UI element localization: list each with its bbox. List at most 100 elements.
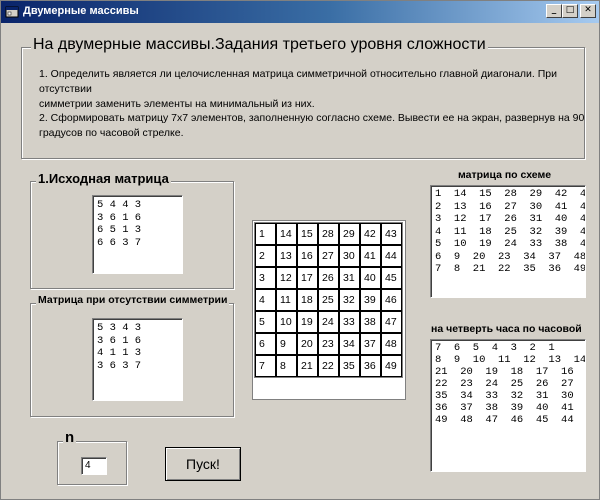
minimize-button[interactable]: _ (546, 4, 562, 18)
grid-row: 2 13 16 27 30 41 44 (255, 245, 402, 267)
grid-cell[interactable]: 40 (360, 267, 381, 289)
grid-cell[interactable]: 37 (360, 333, 381, 355)
app-window: Двумерные массивы _ □ ✕ На двумерные мас… (0, 0, 600, 500)
list-item[interactable]: 1 14 15 28 29 42 43 (435, 188, 585, 201)
list-item[interactable]: 8 9 10 11 12 13 14 (435, 354, 585, 366)
grid-cell[interactable]: 31 (339, 267, 360, 289)
grid-row: 6 9 20 23 34 37 48 (255, 333, 402, 355)
grid-cell[interactable]: 13 (276, 245, 297, 267)
grid-row: 1 14 15 28 29 42 43 (255, 223, 402, 245)
grid-cell[interactable]: 25 (318, 289, 339, 311)
list-item[interactable]: 49 48 47 46 45 44 43 (435, 414, 581, 426)
grid-cell[interactable]: 47 (381, 311, 402, 333)
grid-cell[interactable]: 32 (339, 289, 360, 311)
grid-cell[interactable]: 26 (318, 267, 339, 289)
grid-cell[interactable]: 35 (339, 355, 360, 377)
grid-cell[interactable]: 43 (381, 223, 402, 245)
grid-cell[interactable]: 42 (360, 223, 381, 245)
scheme-list[interactable]: 1 14 15 28 29 42 43 2 13 16 27 30 41 44 … (430, 185, 586, 298)
tasks-frame-caption: На двумерные массивы.Задания третьего ур… (31, 36, 488, 54)
grid-cell[interactable]: 18 (297, 289, 318, 311)
list-item[interactable]: 3 6 3 7 (97, 360, 178, 373)
grid-cell[interactable]: 30 (339, 245, 360, 267)
close-button[interactable]: ✕ (580, 4, 596, 18)
grid-cell[interactable]: 21 (297, 355, 318, 377)
list-item[interactable]: 6 5 1 3 (97, 224, 178, 237)
list-item[interactable]: 2 13 16 27 30 41 44 (435, 201, 585, 214)
grid-cell[interactable]: 48 (381, 333, 402, 355)
run-button[interactable]: Пуск! (165, 447, 241, 481)
grid-cell[interactable]: 20 (297, 333, 318, 355)
grid-cell[interactable]: 49 (381, 355, 402, 377)
grid-cell[interactable]: 6 (255, 333, 276, 355)
list-item[interactable]: 3 12 17 26 31 40 45 (435, 213, 585, 226)
list-item[interactable]: 5 4 4 3 (97, 199, 178, 212)
list-item[interactable]: 4 1 1 3 (97, 347, 178, 360)
grid-cell[interactable]: 33 (339, 311, 360, 333)
grid-row: 5 10 19 24 33 38 47 (255, 311, 402, 333)
source-matrix-caption: 1.Исходная матрица (36, 171, 171, 186)
list-item[interactable]: 5 10 19 24 33 38 47 (435, 238, 585, 251)
grid-row: 4 11 18 25 32 39 46 (255, 289, 402, 311)
grid-cell[interactable]: 14 (276, 223, 297, 245)
grid-cell[interactable]: 9 (276, 333, 297, 355)
grid-cell[interactable]: 23 (318, 333, 339, 355)
list-item[interactable]: 3 6 1 6 (97, 335, 178, 348)
grid-cell[interactable]: 7 (255, 355, 276, 377)
grid-cell[interactable]: 28 (318, 223, 339, 245)
task-2-line-1: 2. Сформировать матрицу 7х7 элементов, з… (39, 112, 585, 124)
nonsym-matrix-caption: Матрица при отсутствии симметрии (36, 294, 230, 306)
list-item[interactable]: 22 23 24 25 26 27 28 (435, 378, 581, 390)
nonsym-matrix-list[interactable]: 5 3 4 3 3 6 1 6 4 1 1 3 3 6 3 7 (92, 318, 183, 401)
task-1-line-2: симметрии заменить элементы на минимальн… (39, 98, 315, 110)
grid-cell[interactable]: 15 (297, 223, 318, 245)
grid-cell[interactable]: 41 (360, 245, 381, 267)
title-bar[interactable]: Двумерные массивы _ □ ✕ (1, 1, 599, 23)
source-matrix-list[interactable]: 5 4 4 3 3 6 1 6 6 5 1 3 6 6 3 7 (92, 195, 183, 274)
list-item[interactable]: 4 11 18 25 32 39 46 (435, 226, 585, 239)
grid-cell[interactable]: 2 (255, 245, 276, 267)
grid-cell[interactable]: 46 (381, 289, 402, 311)
grid-row: 3 12 17 26 31 40 45 (255, 267, 402, 289)
grid-row: 7 8 21 22 35 36 49 (255, 355, 402, 377)
rotated-list-label: на четверть часа по часовой (431, 323, 582, 335)
grid-cell[interactable]: 16 (297, 245, 318, 267)
grid-cell[interactable]: 4 (255, 289, 276, 311)
rotated-list[interactable]: 7 6 5 4 3 2 1 8 9 10 11 12 13 14 21 20 1… (430, 339, 586, 472)
list-item[interactable]: 36 37 38 39 40 41 42 (435, 402, 581, 414)
grid-cell[interactable]: 29 (339, 223, 360, 245)
grid-cell[interactable]: 5 (255, 311, 276, 333)
grid-cell[interactable]: 45 (381, 267, 402, 289)
scheme-grid: 1 14 15 28 29 42 43 2 13 16 27 30 41 44 3 12 17 26 31 40 45 4… (254, 222, 403, 378)
list-item[interactable]: 7 6 5 4 3 2 1 (435, 342, 581, 354)
list-item[interactable]: 6 6 3 7 (97, 237, 178, 250)
list-item[interactable]: 21 20 19 18 17 16 15 (435, 366, 581, 378)
grid-cell[interactable]: 27 (318, 245, 339, 267)
maximize-button[interactable]: □ (562, 4, 578, 18)
grid-cell[interactable]: 17 (297, 267, 318, 289)
grid-cell[interactable]: 1 (255, 223, 276, 245)
list-item[interactable]: 35 34 33 32 31 30 29 (435, 390, 581, 402)
list-item[interactable]: 5 3 4 3 (97, 322, 178, 335)
grid-cell[interactable]: 39 (360, 289, 381, 311)
grid-cell[interactable]: 34 (339, 333, 360, 355)
grid-cell[interactable]: 22 (318, 355, 339, 377)
grid-cell[interactable]: 24 (318, 311, 339, 333)
maximize-icon: □ (565, 5, 575, 15)
list-item[interactable]: 7 8 21 22 35 36 49 (435, 263, 585, 276)
task-1-line-1: 1. Определить является ли целочисленная … (39, 68, 558, 95)
grid-cell[interactable]: 11 (276, 289, 297, 311)
task-1-text: 1. Определить является ли целочисленная … (39, 67, 599, 112)
grid-cell[interactable]: 12 (276, 267, 297, 289)
grid-cell[interactable]: 44 (381, 245, 402, 267)
list-item[interactable]: 6 9 20 23 34 37 48 (435, 251, 585, 264)
list-item[interactable]: 3 6 1 6 (97, 212, 178, 225)
grid-cell[interactable]: 19 (297, 311, 318, 333)
n-input[interactable]: 4 (81, 457, 107, 475)
grid-cell[interactable]: 10 (276, 311, 297, 333)
grid-cell[interactable]: 3 (255, 267, 276, 289)
grid-cell[interactable]: 36 (360, 355, 381, 377)
close-icon: ✕ (584, 5, 592, 15)
grid-cell[interactable]: 8 (276, 355, 297, 377)
grid-cell[interactable]: 38 (360, 311, 381, 333)
